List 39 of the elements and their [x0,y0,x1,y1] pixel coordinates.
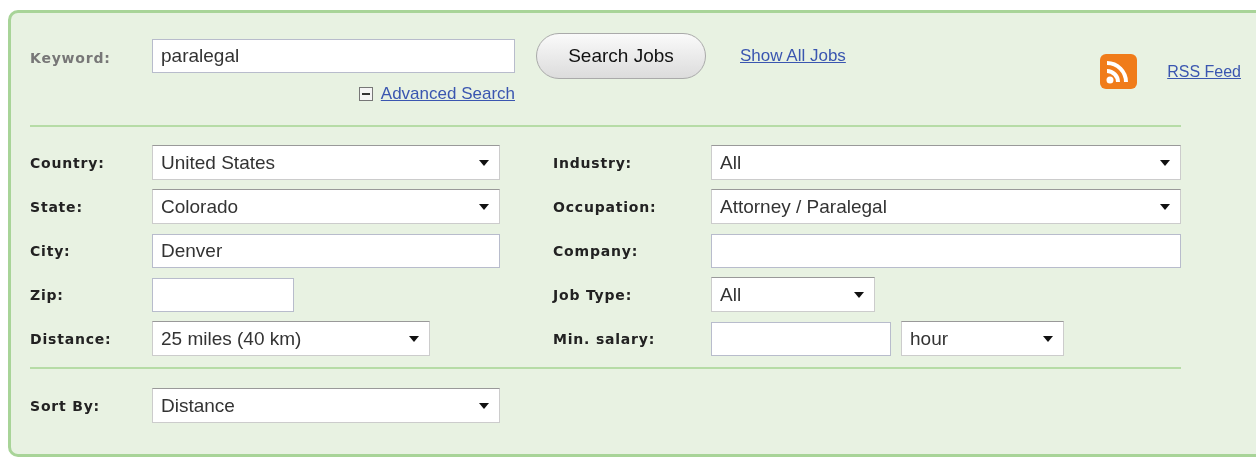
dropdown[interactable]: All [711,145,1181,180]
input-field[interactable] [152,277,294,312]
field-label: Keyword: [30,50,112,66]
caret-icon [1043,335,1053,342]
rss-feed-link[interactable]: RSS Feed [1167,62,1241,81]
advanced-search-link[interactable]: Advanced Search [380,84,515,104]
caret-icon [409,335,419,342]
field-label: Distance: [30,330,113,347]
keyword-field[interactable]: paralegal [152,39,515,73]
field-label: Company: [553,242,640,259]
caret-icon [479,159,489,166]
caret-icon [479,402,489,409]
input-field[interactable]: Denver [152,233,500,268]
collapse-icon[interactable] [358,87,373,101]
field-label: Zip: [30,286,65,303]
caret-icon [1160,159,1170,166]
caret-icon [479,203,489,210]
dropdown[interactable]: 25 miles (40 km) [152,321,430,356]
search-button[interactable]: Search Jobs [536,33,706,79]
field-label: Occupation: [553,198,658,215]
rss-icon[interactable] [1100,54,1138,89]
field-label: Country: [30,154,106,171]
field-label: State: [30,198,84,215]
caret-icon [1160,203,1170,210]
dropdown[interactable]: hour [901,321,1064,356]
input-field[interactable] [711,233,1181,268]
show-all-jobs-link[interactable]: Show All Jobs [740,46,846,66]
dropdown[interactable]: Colorado [152,189,500,224]
field-label: Industry: [553,154,634,171]
dropdown[interactable]: Distance [152,388,500,423]
caret-icon [854,291,864,298]
field-label: Min. salary: [553,330,657,347]
field-label: Job Type: [553,286,634,303]
field-label: Sort By: [30,397,101,414]
field-label: City: [30,242,72,259]
input-field[interactable] [711,321,891,356]
dropdown[interactable]: Attorney / Paralegal [711,189,1181,224]
dropdown[interactable]: All [711,277,875,312]
dropdown[interactable]: United States [152,145,500,180]
